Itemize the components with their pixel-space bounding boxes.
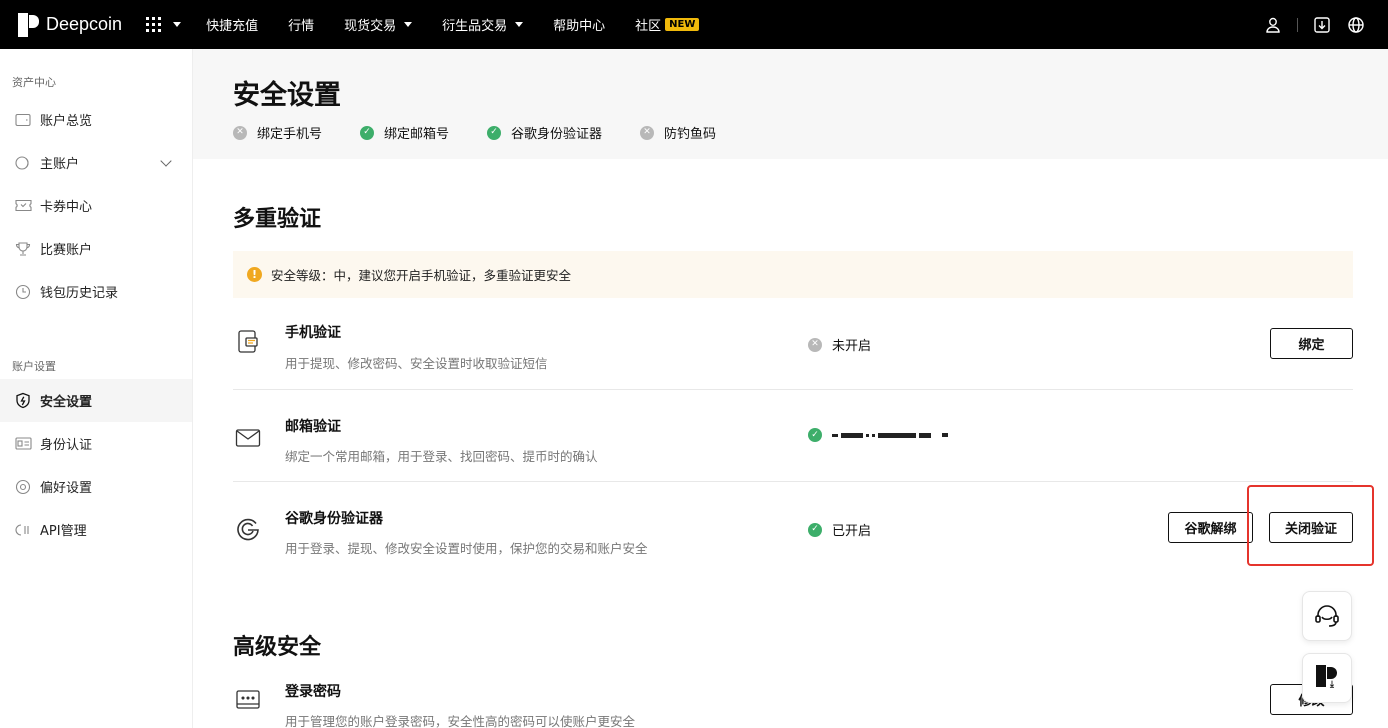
top-navigation-bar: Deepcoin 快捷充值 行情 现货交易 衍生品交易 帮助中心 社区 NEW [0,0,1388,49]
row-title: 邮箱验证 [285,419,341,435]
sidebar-item-main-account[interactable]: 主账户 [0,141,192,184]
chevron-down-icon [173,22,182,27]
account-icon [14,154,32,172]
highlight-annotation [1247,485,1374,566]
wallet-icon [14,111,32,129]
customer-support-button[interactable] [1302,591,1352,641]
phone-verify-icon [233,327,263,357]
row-title: 登录密码 [285,684,341,700]
download-icon[interactable] [1312,15,1332,35]
main-content: 安全设置 ✕ 绑定手机号 ✓ 绑定邮箱号 ✓ 谷歌身份验证器 ✕ 防钓鱼码 多重… [193,49,1388,728]
app-download-button[interactable]: ⤓ [1302,653,1352,703]
sidebar-group-title: 账户设置 [12,360,56,373]
phone-verification-row: 手机验证 用于提现、修改密码、安全设置时收取验证短信 ✕ 未开启 绑定 [233,298,1353,390]
sidebar-item-wallet-history[interactable]: 钱包历史记录 [0,270,192,313]
section-title-mfa: 多重验证 [233,207,322,232]
settings-icon [14,478,32,496]
page-header: 安全设置 ✕ 绑定手机号 ✓ 绑定邮箱号 ✓ 谷歌身份验证器 ✕ 防钓鱼码 [193,49,1388,159]
chevron-down-icon [515,22,524,27]
nav-help-center[interactable]: 帮助中心 [553,15,605,34]
check-circle-icon: ✓ [487,125,502,140]
headset-icon [1315,605,1339,627]
row-description: 用于管理您的账户登录密码，安全性高的密码可以使账户更安全 [285,714,636,728]
deepcoin-logo-icon [18,12,40,37]
nav-quick-deposit[interactable]: 快捷充值 [206,15,258,34]
password-icon [233,685,263,715]
new-badge: NEW [665,18,700,31]
apps-menu-button[interactable] [146,17,182,32]
user-icon[interactable] [1263,15,1283,35]
deepcoin-app-icon: ⤓ [1314,663,1340,693]
apps-grid-icon [146,17,162,32]
google-authenticator-row: 谷歌身份验证器 用于登录、提现、修改安全设置时使用，保护您的交易和账户安全 ✓ … [233,482,1353,574]
divider [1297,17,1298,32]
page-title: 安全设置 [233,80,341,111]
check-circle-icon: ✓ [360,125,375,140]
row-description: 绑定一个常用邮箱，用于登录、找回密码、提币时的确认 [285,449,598,464]
security-level-tip: ! 安全等级：中，建议您开启手机验证，多重验证更安全 [233,251,1353,298]
login-password-row: 登录密码 用于管理您的账户登录密码，安全性高的密码可以使账户更安全 修改 [233,671,1353,728]
close-circle-icon: ✕ [233,125,247,140]
globe-icon[interactable] [1346,15,1366,35]
close-circle-icon: ✕ [808,337,822,352]
sidebar-item-account-overview[interactable]: 账户总览 [0,98,192,141]
nav-spot-trading[interactable]: 现货交易 [344,15,413,34]
shield-icon [14,392,32,410]
trophy-icon [14,240,32,258]
close-circle-icon: ✕ [640,125,655,140]
row-title: 谷歌身份验证器 [285,511,383,527]
status-badge: ✓ 已开启 [808,520,871,539]
coupon-icon [14,197,32,215]
sidebar-item-preferences[interactable]: 偏好设置 [0,465,192,508]
sidebar-item-api-management[interactable]: API管理 [0,508,192,551]
nav-derivatives[interactable]: 衍生品交易 [442,15,524,34]
status-badge: ✕ 未开启 [808,335,871,354]
id-card-icon [14,435,32,453]
warning-icon: ! [247,267,262,282]
bind-phone-button[interactable]: 绑定 [1270,328,1353,359]
sidebar: 资产中心 账户总览 主账户 卡券中心 比赛账户 钱包历史记录 账户设置 安全设置… [0,49,193,728]
nav-community[interactable]: 社区 NEW [635,15,700,34]
security-status-summary: ✕ 绑定手机号 ✓ 绑定邮箱号 ✓ 谷歌身份验证器 ✕ 防钓鱼码 [233,123,754,142]
sidebar-item-coupon-center[interactable]: 卡券中心 [0,184,192,227]
google-authenticator-icon [233,513,263,543]
sidebar-item-security-settings[interactable]: 安全设置 [0,379,192,422]
clock-icon [14,283,32,301]
sidebar-item-contest-account[interactable]: 比赛账户 [0,227,192,270]
chevron-down-icon[interactable] [160,155,172,167]
status-bind-phone: ✕ 绑定手机号 [233,123,322,142]
nav-markets[interactable]: 行情 [288,15,314,34]
brand-name: Deepcoin [46,14,123,34]
brand-logo[interactable]: Deepcoin [18,12,123,37]
api-icon [14,521,32,539]
status-badge: ✓ [808,428,948,442]
status-google-authenticator: ✓ 谷歌身份验证器 [487,123,602,142]
sidebar-item-identity-verification[interactable]: 身份认证 [0,422,192,465]
row-description: 用于提现、修改密码、安全设置时收取验证短信 [285,356,548,371]
check-circle-icon: ✓ [808,522,822,537]
unbind-google-button[interactable]: 谷歌解绑 [1168,512,1253,543]
row-description: 用于登录、提现、修改安全设置时使用，保护您的交易和账户安全 [285,541,648,556]
row-title: 手机验证 [285,325,341,341]
section-title-advanced: 高级安全 [233,635,322,660]
status-bind-email: ✓ 绑定邮箱号 [360,123,449,142]
status-anti-phishing-code: ✕ 防钓鱼码 [640,123,716,142]
sidebar-group-title: 资产中心 [12,76,56,89]
check-circle-icon: ✓ [808,428,822,442]
mail-icon [233,423,263,453]
chevron-down-icon [404,22,413,27]
masked-email [832,432,948,438]
email-verification-row: 邮箱验证 绑定一个常用邮箱，用于登录、找回密码、提币时的确认 ✓ [233,390,1353,482]
